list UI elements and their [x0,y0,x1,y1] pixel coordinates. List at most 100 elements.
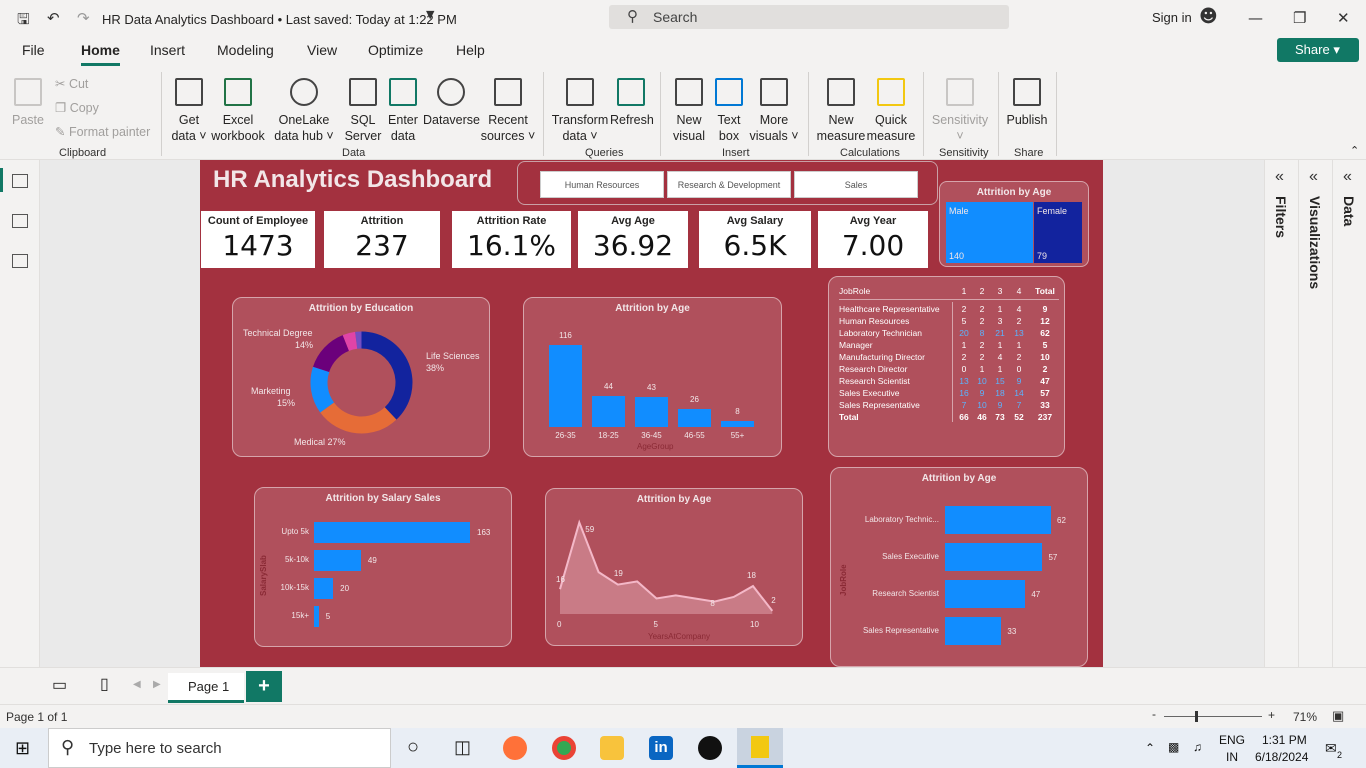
text-box-button[interactable]: Text box [710,78,748,144]
get-data-button[interactable]: Get data ˅ [168,78,210,144]
donut-slice-technical-degree[interactable] [312,335,349,372]
education-donut-visual[interactable]: Attrition by Education Technical Degree … [232,297,490,457]
powerbi-taskbar-item[interactable] [737,728,783,768]
onelake-button[interactable]: OneLake data hub ˅ [266,78,342,144]
card-avg-salary[interactable]: Avg Salary 6.5K [699,211,811,268]
age-bar[interactable] [721,421,754,427]
collapse-ribbon-icon[interactable]: ⌃ [1350,144,1359,157]
menu-modeling[interactable]: Modeling [217,42,274,58]
age-bar[interactable] [678,408,711,427]
age-bar[interactable] [549,345,582,427]
language-eng[interactable]: ENG [1219,733,1245,747]
model-view-icon[interactable] [12,254,28,268]
tray-chevron-icon[interactable]: ⌃ [1145,741,1155,755]
publish-button[interactable]: Publish [1004,78,1050,128]
jobrole-bar[interactable] [945,580,1026,608]
cut-button[interactable]: ✂ Cut [55,76,88,91]
age-bar[interactable] [592,395,625,427]
zoom-slider[interactable] [1164,716,1262,717]
refresh-button[interactable]: Refresh [610,78,654,128]
slicer-sales[interactable]: Sales [794,171,918,198]
copy-button[interactable]: ❐ Copy [55,100,99,115]
cortana-icon[interactable]: ○ [407,736,419,759]
female-tile[interactable]: Female 79 [1034,202,1082,263]
file-explorer-icon[interactable] [600,736,624,760]
prev-page-icon[interactable]: ◀ [133,679,141,690]
fit-page-icon[interactable]: ▣ [1332,708,1344,724]
card-avg-age[interactable]: Avg Age 36.92 [578,211,688,268]
search-input[interactable]: ⚲ Search [609,5,1009,29]
chrome-icon[interactable] [552,736,576,760]
jobrole-bar-visual[interactable]: Attrition by Age Laboratory Technic... 62… [830,467,1088,667]
menu-insert[interactable]: Insert [150,42,185,58]
notifications-icon[interactable]: ✉ [1325,740,1337,757]
title-dropdown-icon[interactable]: ▼ [426,8,434,21]
menu-view[interactable]: View [307,42,337,58]
clock-time[interactable]: 1:31 PM [1262,733,1307,747]
menu-help[interactable]: Help [456,42,485,58]
close-icon[interactable]: ✕ [1337,9,1350,27]
jobrole-matrix-visual[interactable]: JobRole 1 2 3 4 Total Healthcare Representativ… [828,276,1065,457]
network-icon[interactable]: ▩ [1168,740,1179,754]
enter-data-button[interactable]: Enter data [383,78,423,144]
sign-in-link[interactable]: Sign in [1152,10,1192,25]
filters-pane[interactable]: « Filters [1265,160,1299,667]
menu-home[interactable]: Home [81,42,120,58]
github-icon[interactable] [698,736,722,760]
jobrole-bar[interactable] [945,617,1002,645]
excel-workbook-button[interactable]: Excel workbook [210,78,266,144]
page-tab-1[interactable]: Page 1 [168,673,244,703]
male-tile[interactable]: Male 140 [946,202,1033,263]
jobrole-bar[interactable] [945,543,1043,571]
new-measure-button[interactable]: New measure [816,78,866,144]
format-painter-button[interactable]: ✎ Format painter [55,124,150,139]
firefox-icon[interactable] [503,736,527,760]
recent-sources-button[interactable]: Recent sources ˅ [479,78,537,144]
quick-measure-button[interactable]: Quick measure [866,78,916,144]
years-area-visual[interactable]: Attrition by Age YearsAtCompany 59 16 19 18… [545,488,803,646]
report-view-icon[interactable] [12,174,28,188]
zoom-slider-thumb[interactable] [1195,711,1198,722]
data-pane[interactable]: « Data [1333,160,1366,667]
salary-bar-visual[interactable]: Attrition by Salary Sales Upto 5k 163 5k-1… [254,487,512,647]
account-icon[interactable]: ☻ [1199,6,1218,27]
new-visual-button[interactable]: New visual [668,78,710,144]
salary-bar[interactable] [314,550,361,571]
card-count-employee[interactable]: Count of Employee 1473 [201,211,315,268]
volume-icon[interactable]: ♫ [1193,740,1202,754]
more-visuals-button[interactable]: More visuals ˅ [748,78,800,144]
desktop-layout-icon[interactable]: ▭ [52,675,67,695]
task-view-icon[interactable]: ◫ [454,737,471,758]
salary-bar[interactable] [314,522,470,543]
share-button[interactable]: Share ▾ [1277,38,1359,62]
expand-visualizations-icon[interactable]: « [1309,168,1318,186]
salary-bar[interactable] [314,578,334,599]
card-avg-year[interactable]: Avg Year 7.00 [818,211,928,268]
taskbar-search-input[interactable]: ⚲ Type here to search [48,728,391,768]
sql-server-button[interactable]: SQL Server [343,78,383,144]
mobile-layout-icon[interactable]: ▯ [100,674,109,694]
minimize-icon[interactable]: — [1248,9,1263,27]
donut-slice-life-sciences[interactable] [361,331,413,420]
paste-button[interactable]: Paste [8,78,48,128]
age-bar[interactable] [635,396,668,427]
card-attrition[interactable]: Attrition 237 [324,211,440,268]
add-page-button[interactable]: + [246,671,282,702]
age-bar-visual[interactable]: Attrition by Age 116 26-35 44 18-25 43 36-45 2… [523,297,782,457]
visualizations-pane[interactable]: « Visualizations [1299,160,1333,667]
card-attrition-rate[interactable]: Attrition Rate 16.1% [452,211,571,268]
slicer-research-development[interactable]: Research & Development [667,171,791,198]
slicer-human-resources[interactable]: Human Resources [540,171,664,198]
save-icon[interactable]: 🖫 [17,9,30,34]
zoom-out-icon[interactable]: - [1152,707,1156,721]
dataverse-button[interactable]: Dataverse [423,78,480,128]
restore-icon[interactable]: ❐ [1293,9,1306,27]
menu-file[interactable]: File [22,42,45,58]
salary-bar[interactable] [314,606,319,627]
expand-data-icon[interactable]: « [1343,168,1352,186]
gender-attrition-visual[interactable]: Attrition by Age Male 140 Female 79 [939,181,1089,267]
menu-optimize[interactable]: Optimize [368,42,423,58]
jobrole-bar[interactable] [945,506,1051,534]
table-view-icon[interactable] [12,214,28,228]
sensitivity-button[interactable]: Sensitivity ˅ [930,78,990,144]
